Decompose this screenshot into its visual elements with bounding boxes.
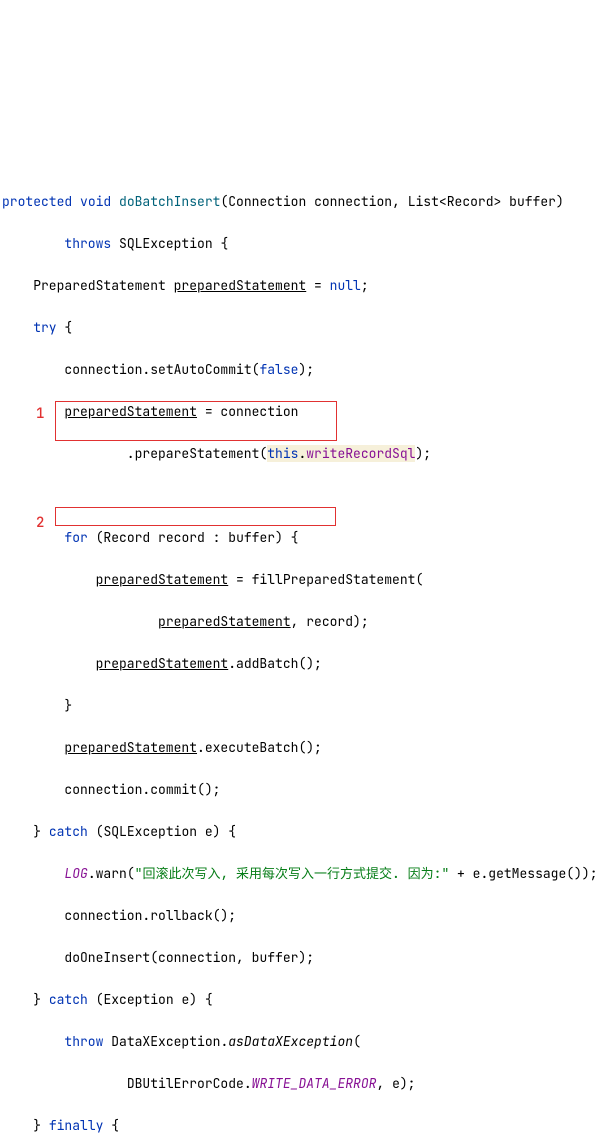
keyword-throw: throw (64, 1033, 103, 1050)
var-e: e (392, 1075, 400, 1092)
type-dataxexception: DataXException (111, 1033, 220, 1050)
type-dbutilerrorcode: DBUtilErrorCode (127, 1075, 244, 1092)
var-connection: connection (220, 403, 298, 420)
var-preparedstatement: preparedStatement (158, 613, 291, 630)
keyword-try: try (33, 319, 56, 336)
code-line: LOG.warn("回滚此次写入, 采用每次写入一行方式提交. 因为:" + e… (2, 863, 614, 884)
string-literal: "回滚此次写入, 采用每次写入一行方式提交. 因为:" (135, 865, 450, 882)
keyword-void: void (80, 193, 111, 210)
type-list: List (408, 193, 439, 210)
annotation-1: 1 (36, 404, 44, 425)
var-connection: connection (158, 949, 236, 966)
field-writedataerror: WRITE_DATA_ERROR (252, 1075, 377, 1092)
code-line: preparedStatement.addBatch(); (2, 653, 614, 674)
code-line: preparedStatement.executeBatch(); (2, 737, 614, 758)
var-record: record (158, 529, 205, 546)
call-rollback: rollback (150, 907, 212, 924)
keyword-for: for (64, 529, 87, 546)
call-addbatch: addBatch (236, 655, 298, 672)
highlight-box-2 (55, 507, 336, 526)
code-line: preparedStatement = fillPreparedStatemen… (2, 569, 614, 590)
call-executebatch: executeBatch (205, 739, 299, 756)
var-preparedstatement: preparedStatement (96, 655, 229, 672)
keyword-throws: throws (64, 235, 111, 252)
keyword-finally: finally (49, 1117, 104, 1134)
param-connection: connection (314, 193, 392, 210)
keyword-this: this (267, 445, 298, 462)
type-preparedstatement: PreparedStatement (33, 277, 166, 294)
var-buffer: buffer (228, 529, 275, 546)
var-connection: connection (64, 781, 142, 798)
var-buffer: buffer (252, 949, 299, 966)
type-connection: Connection (228, 193, 306, 210)
method-name: doBatchInsert (119, 193, 220, 210)
code-line: for (Record record : buffer) { (2, 527, 614, 548)
var-preparedstatement: preparedStatement (64, 403, 197, 420)
keyword-protected: protected (2, 193, 72, 210)
code-line: throw DataXException.asDataXException( (2, 1031, 614, 1052)
call-asdataxexception: asDataXException (228, 1033, 353, 1050)
type-sqlexception: SQLException (119, 235, 213, 252)
call-preparestatement: prepareStatement (135, 445, 260, 462)
type-sqlexception: SQLException (103, 823, 197, 840)
call-commit: commit (150, 781, 197, 798)
keyword-catch: catch (49, 991, 88, 1008)
code-line: doOneInsert(connection, buffer); (2, 947, 614, 968)
code-line: PreparedStatement preparedStatement = nu… (2, 275, 614, 296)
code-line: .prepareStatement(this.writeRecordSql); (2, 443, 614, 464)
call-dooneinsert: doOneInsert (64, 949, 150, 966)
type-record: Record (103, 529, 150, 546)
code-line: connection.setAutoCommit(false); (2, 359, 614, 380)
code-line: connection.commit(); (2, 779, 614, 800)
code-line: preparedStatement, record); (2, 611, 614, 632)
keyword-null: null (330, 277, 361, 294)
param-buffer: buffer (509, 193, 556, 210)
code-line: } (2, 695, 614, 716)
var-e: e (205, 823, 213, 840)
call-getmessage: getMessage (488, 865, 566, 882)
code-line: protected void doBatchInsert(Connection … (2, 191, 614, 212)
code-line: try { (2, 317, 614, 338)
var-connection: connection (64, 907, 142, 924)
keyword-catch: catch (49, 823, 88, 840)
call-setautocommit: setAutoCommit (150, 361, 251, 378)
type-record: Record (447, 193, 494, 210)
var-preparedstatement: preparedStatement (64, 739, 197, 756)
code-line: throws SQLException { (2, 233, 614, 254)
var-e: e (473, 865, 481, 882)
code-line: preparedStatement = connection (2, 401, 614, 422)
var-preparedstatement: preparedStatement (174, 277, 307, 294)
var-connection: connection (64, 361, 142, 378)
var-record: record (306, 613, 353, 630)
type-exception: Exception (103, 991, 173, 1008)
call-warn: warn (96, 865, 127, 882)
code-line: connection.rollback(); (2, 905, 614, 926)
code-line (2, 485, 614, 506)
field-log: LOG (64, 865, 87, 882)
code-line: } finally { (2, 1115, 614, 1136)
code-line: } catch (Exception e) { (2, 989, 614, 1010)
field-writerecordsql: writeRecordSql (306, 445, 415, 462)
keyword-false: false (259, 361, 298, 378)
annotation-2: 2 (36, 513, 44, 534)
code-line: DBUtilErrorCode.WRITE_DATA_ERROR, e); (2, 1073, 614, 1094)
var-e: e (181, 991, 189, 1008)
code-container: 1 2 protected void doBatchInsert(Connect… (2, 86, 614, 1148)
code-line: } catch (SQLException e) { (2, 821, 614, 842)
